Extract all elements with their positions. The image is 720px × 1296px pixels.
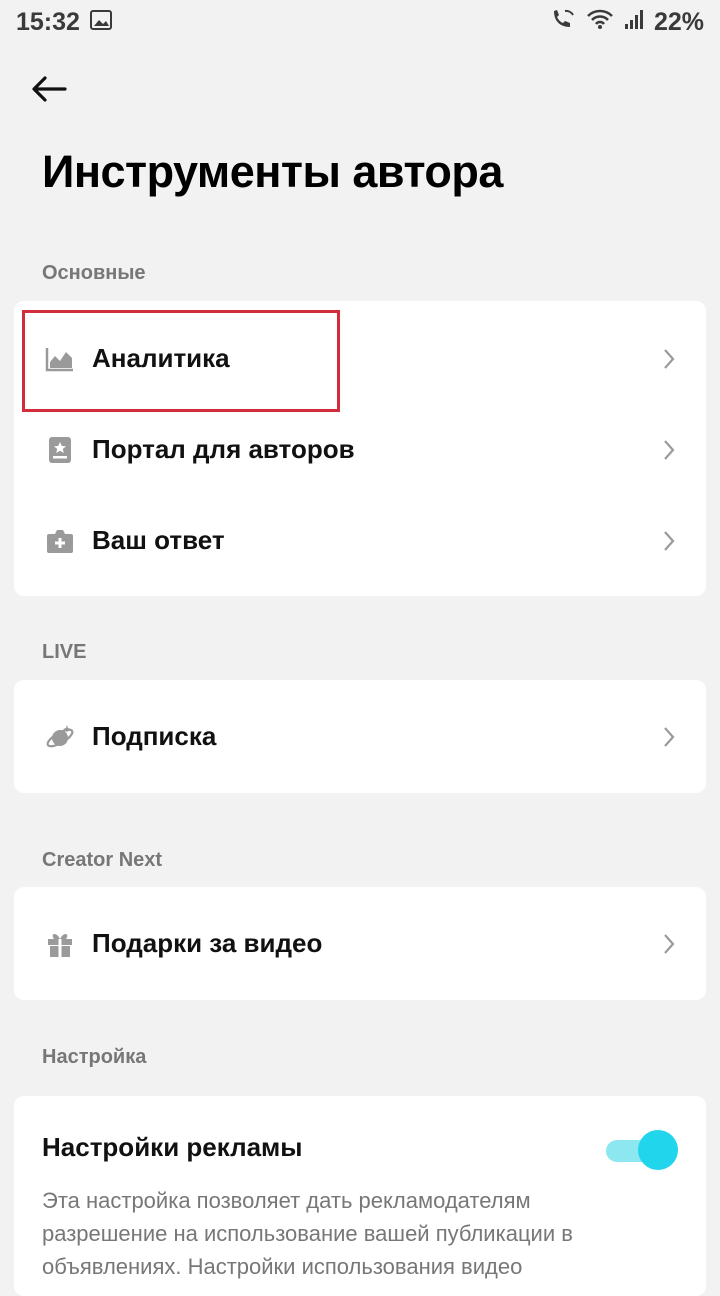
section-label-creator-next: Creator Next [42,849,163,871]
menu-item-analytics[interactable]: Аналитика [14,313,706,404]
menu-item-label: Портал для авторов [92,434,355,464]
main-tools-card: Аналитика Портал для авторов Ваш ответ [14,301,706,596]
chevron-right-icon [660,724,678,750]
page-title: Инструменты автора [42,146,503,197]
menu-item-video-gifts[interactable]: Подарки за видео [14,898,706,989]
ad-settings-title: Настройки рекламы [42,1132,303,1162]
analytics-chart-icon [44,343,76,375]
chevron-right-icon [660,931,678,957]
image-icon [89,8,112,37]
section-label-settings: Настройка [42,1046,147,1068]
menu-item-label: Подарки за видео [92,928,323,958]
section-label-main: Основные [42,262,146,284]
creator-portal-icon [44,434,76,466]
ad-settings-card: Настройки рекламы Эта настройка позволяе… [14,1096,706,1296]
chevron-right-icon [660,437,678,463]
wifi-call-icon [550,7,576,38]
chevron-right-icon [660,346,678,372]
menu-item-label: Подписка [92,721,217,751]
creator-next-card: Подарки за видео [14,887,706,1000]
menu-item-creator-portal[interactable]: Портал для авторов [14,404,706,495]
gift-icon [44,928,76,960]
menu-item-subscription[interactable]: Подписка [14,691,706,782]
status-time: 15:32 [16,7,80,36]
signal-icon [624,8,644,37]
ad-settings-description: Эта настройка позволяет дать рекламодате… [42,1188,573,1279]
menu-item-your-answer[interactable]: Ваш ответ [14,495,706,586]
live-card: Подписка [14,680,706,793]
subscription-planet-icon [44,721,76,753]
ad-settings-toggle[interactable] [602,1130,678,1170]
section-label-live: LIVE [42,641,87,663]
menu-item-label: Ваш ответ [92,525,225,555]
arrow-left-icon [32,76,67,102]
back-button[interactable] [26,66,72,112]
camera-plus-icon [44,525,76,557]
battery-level: 22% [653,7,704,36]
toggle-knob [638,1130,678,1170]
status-bar: 15:32 22% [0,0,720,44]
menu-item-label: Аналитика [92,343,230,373]
wifi-icon [586,8,614,37]
chevron-right-icon [660,528,678,554]
